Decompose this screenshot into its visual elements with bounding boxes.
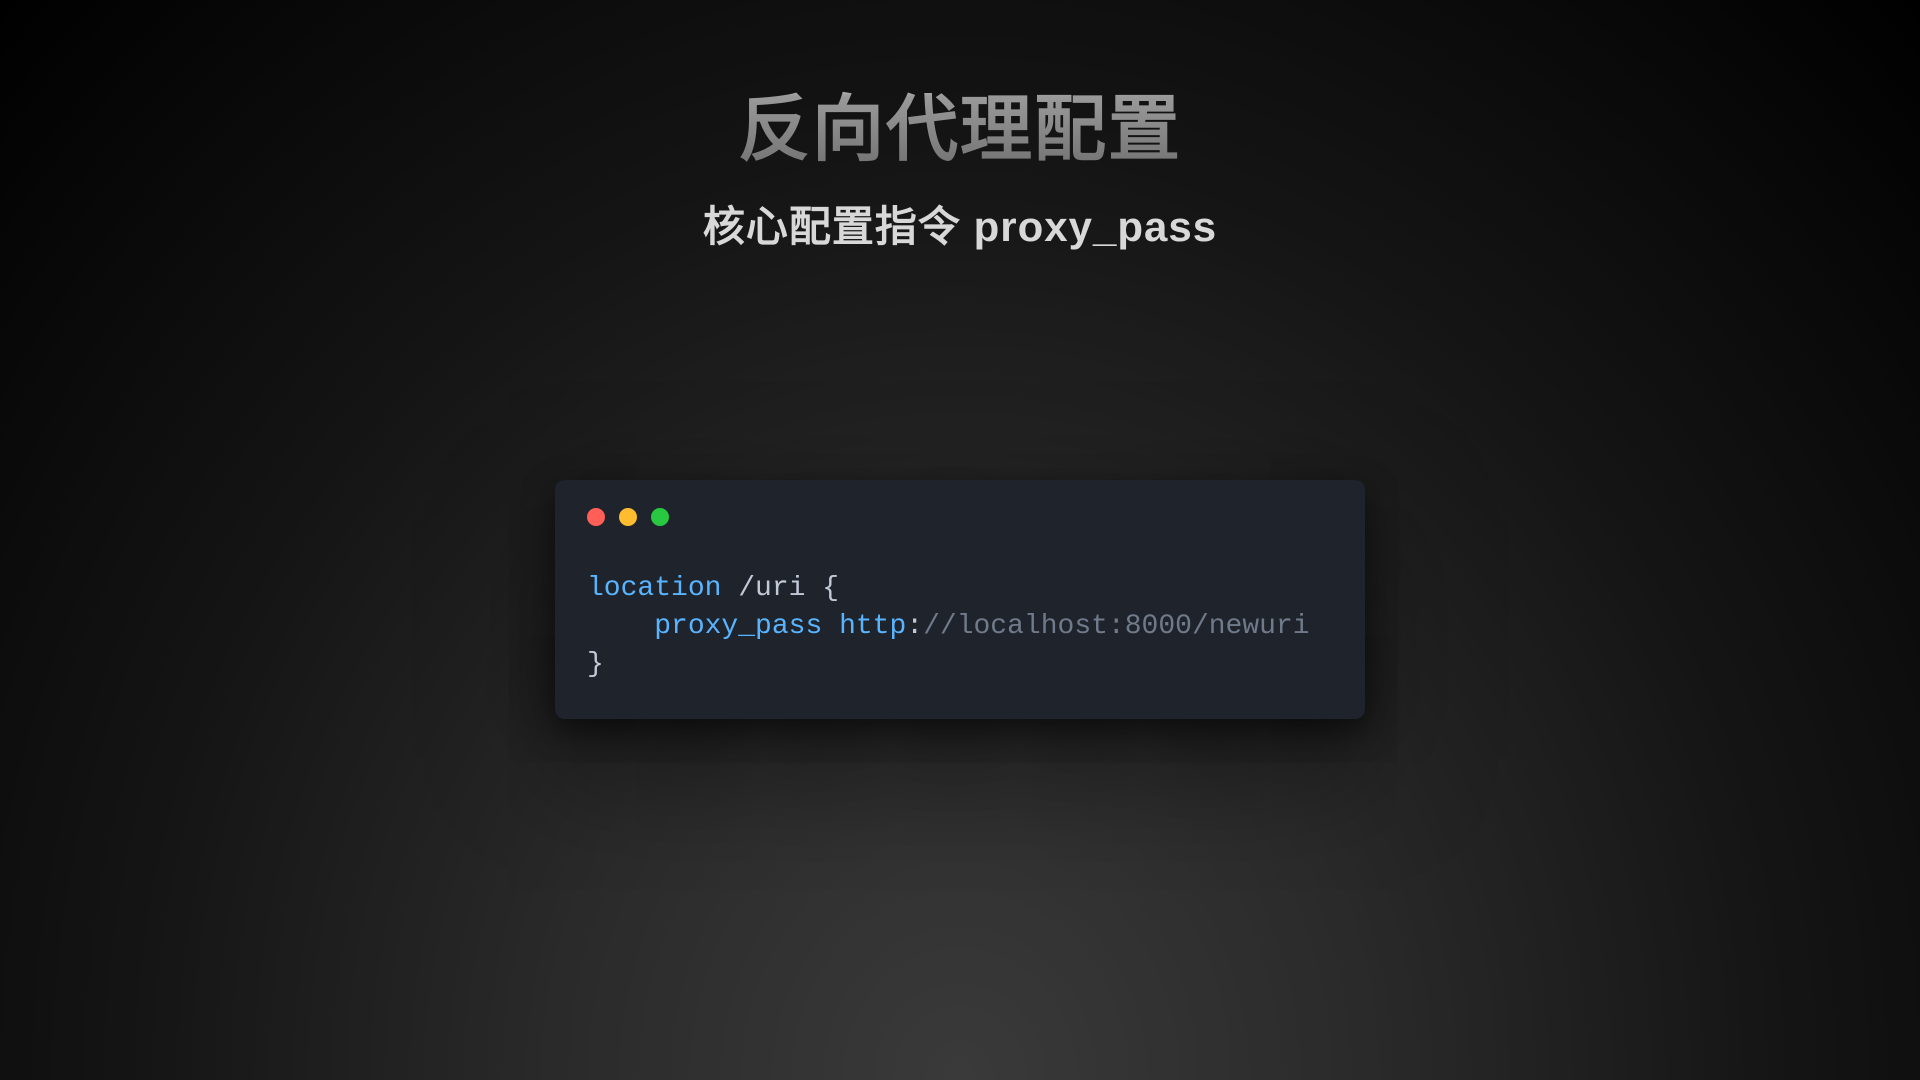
code-brace-close: }: [587, 649, 604, 680]
code-brace-open: {: [822, 573, 839, 604]
code-indent: [587, 611, 654, 642]
code-keyword-location: location: [587, 573, 721, 604]
maximize-icon: [651, 508, 669, 526]
slide-subtitle: 核心配置指令 proxy_pass: [0, 193, 1920, 254]
window-traffic-lights: [587, 508, 1333, 526]
close-icon: [587, 508, 605, 526]
minimize-icon: [619, 508, 637, 526]
code-path-uri: /uri: [721, 573, 822, 604]
code-keyword-http: http: [839, 611, 906, 642]
code-keyword-proxy-pass: proxy_pass: [654, 611, 822, 642]
slide-title: 反向代理配置: [0, 0, 1920, 175]
code-space: [822, 611, 839, 642]
code-block: location /uri { proxy_pass http://localh…: [587, 570, 1333, 683]
code-window: location /uri { proxy_pass http://localh…: [555, 480, 1365, 719]
code-url-rest: //localhost:8000/newuri: [923, 611, 1309, 642]
slide: 反向代理配置 核心配置指令 proxy_pass location /uri {…: [0, 0, 1920, 1080]
code-colon: :: [906, 611, 923, 642]
